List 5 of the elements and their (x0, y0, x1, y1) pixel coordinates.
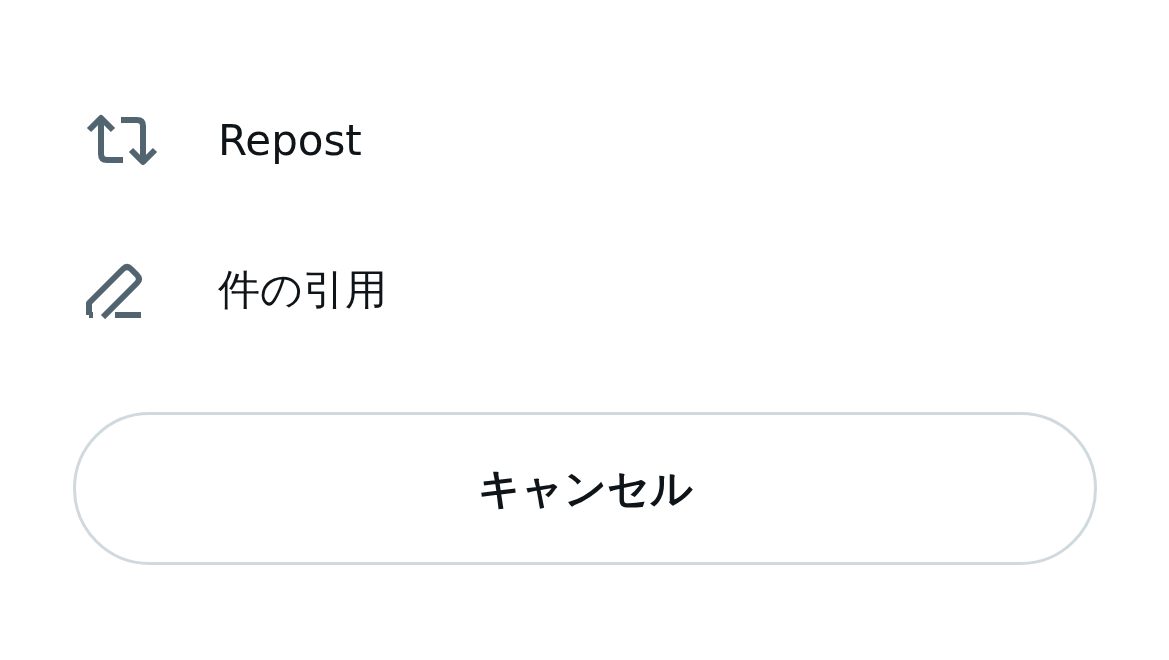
menu-item[interactable]: Repost (218, 115, 362, 165)
menu-item[interactable]: 件の引用 (218, 262, 387, 318)
cancel-button[interactable]: キャンセル (73, 412, 1097, 565)
pencil-icon (85, 261, 143, 319)
repost-icon (85, 114, 159, 166)
